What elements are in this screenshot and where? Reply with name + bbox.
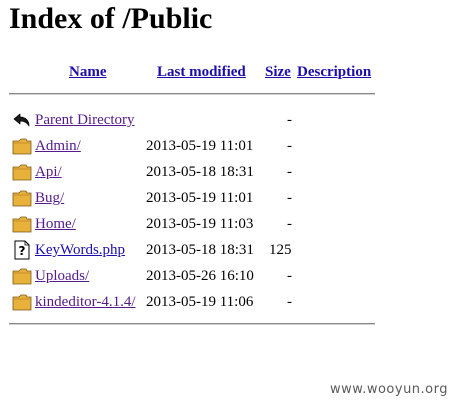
size-cell: - — [287, 294, 292, 310]
sort-by-name-link[interactable]: Name — [69, 62, 107, 82]
size-cell: - — [287, 190, 292, 206]
size-cell: - — [287, 138, 292, 154]
size-cell: - — [287, 216, 292, 232]
folder-icon — [12, 190, 32, 207]
divider-bottom — [9, 323, 375, 325]
size-cell: - — [287, 268, 292, 284]
entry-link[interactable]: kindeditor-4.1.4/ — [35, 292, 136, 312]
folder-icon — [12, 294, 32, 311]
last-modified-cell: 2013-05-19 11:01 — [146, 190, 254, 206]
watermark: www.wooyun.org — [330, 382, 449, 397]
folder-icon — [12, 216, 32, 233]
last-modified-cell: 2013-05-19 11:01 — [146, 138, 254, 154]
sort-by-size-link[interactable]: Size — [265, 62, 291, 82]
sort-by-last-modified-link[interactable]: Last modified — [157, 62, 246, 82]
entry-link[interactable]: Bug/ — [35, 188, 64, 208]
size-cell: - — [287, 112, 292, 128]
list-item: Api/ 2013-05-18 18:31 - — [0, 161, 400, 183]
list-item: kindeditor-4.1.4/ 2013-05-19 11:06 - — [0, 291, 400, 313]
sort-by-description-link[interactable]: Description — [297, 62, 371, 82]
entry-link[interactable]: KeyWords.php — [35, 240, 125, 260]
back-arrow-icon — [13, 113, 30, 127]
entry-link[interactable]: Admin/ — [35, 136, 81, 156]
entry-link[interactable]: Uploads/ — [35, 266, 89, 286]
entry-link[interactable]: Api/ — [35, 162, 62, 182]
list-item: Uploads/ 2013-05-26 16:10 - — [0, 265, 400, 287]
size-cell: - — [287, 164, 292, 180]
page-title: Index of /Public — [9, 2, 213, 35]
last-modified-cell: 2013-05-26 16:10 — [146, 268, 254, 284]
last-modified-cell: 2013-05-18 18:31 — [146, 164, 254, 180]
size-cell: 125 — [269, 242, 292, 258]
last-modified-cell: 2013-05-19 11:06 — [146, 294, 254, 310]
folder-icon — [12, 164, 32, 181]
parent-directory-link[interactable]: Parent Directory — [35, 110, 135, 130]
list-item: Admin/ 2013-05-19 11:01 - — [0, 135, 400, 157]
list-item: Parent Directory - — [0, 109, 400, 131]
svg-text:?: ? — [19, 244, 26, 258]
last-modified-cell: 2013-05-18 18:31 — [146, 242, 254, 258]
folder-icon — [12, 138, 32, 155]
list-item: Home/ 2013-05-19 11:03 - — [0, 213, 400, 235]
folder-icon — [12, 268, 32, 285]
divider-top — [9, 93, 375, 95]
list-item: ? KeyWords.php 2013-05-18 18:31 125 — [0, 239, 400, 261]
unknown-file-icon: ? — [14, 240, 30, 260]
last-modified-cell: 2013-05-19 11:03 — [146, 216, 254, 232]
entry-link[interactable]: Home/ — [35, 214, 76, 234]
list-item: Bug/ 2013-05-19 11:01 - — [0, 187, 400, 209]
